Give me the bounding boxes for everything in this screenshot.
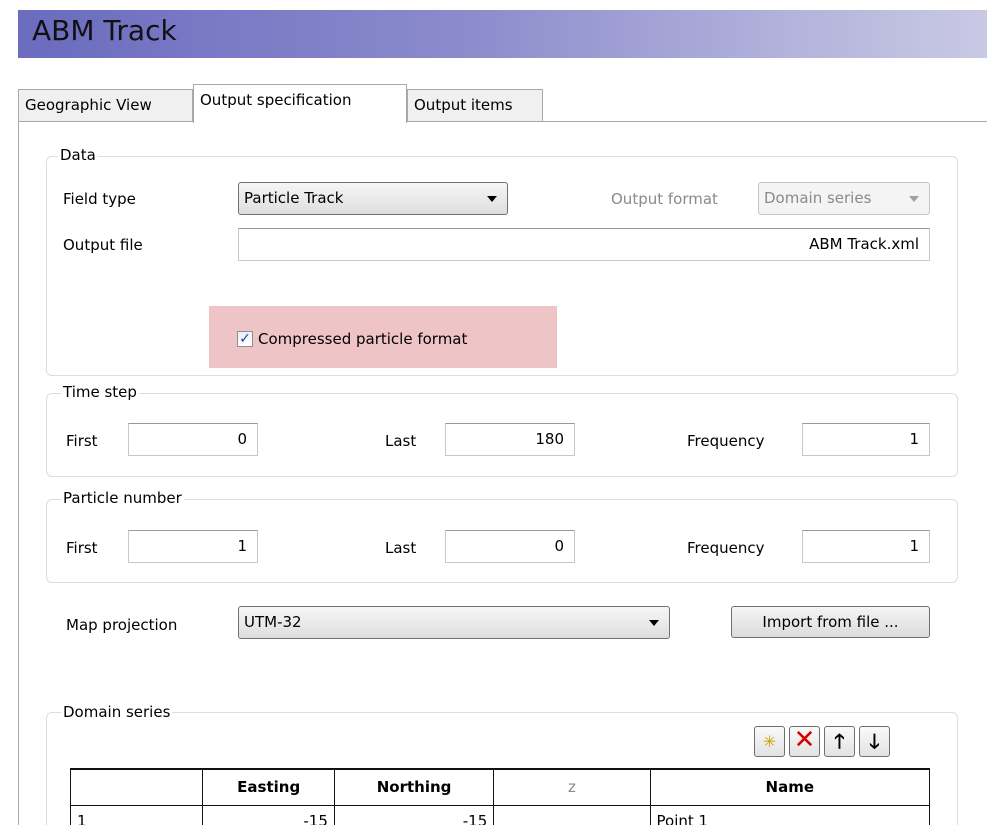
z-cell[interactable] [493, 804, 651, 825]
time-first-field[interactable]: 0 [128, 423, 258, 456]
time-step-group-label: Time step [61, 383, 139, 401]
chevron-down-icon [487, 196, 497, 202]
move-down-button[interactable]: 🡓 [859, 726, 890, 757]
field-type-combo[interactable]: Particle Track [238, 182, 508, 215]
data-group-label: Data [58, 146, 98, 164]
output-file-field[interactable]: ABM Track.xml [238, 228, 930, 261]
northing-cell[interactable]: -15 [333, 804, 495, 825]
delete-row-button[interactable]: ✕ [789, 726, 820, 757]
column-header-index[interactable] [69, 768, 204, 806]
tab-panel-left-border [18, 121, 19, 825]
domain-series-table[interactable]: Easting Northing z Name 1 -15 -15 Point … [69, 768, 931, 825]
import-from-file-button[interactable]: Import from file ... [731, 606, 930, 638]
move-up-button[interactable]: 🡑 [824, 726, 855, 757]
tab-output-items[interactable]: Output items [407, 89, 543, 122]
tab-bar: Geographic View Output specification Out… [0, 84, 987, 123]
particle-frequency-label: Frequency [687, 539, 765, 557]
time-last-label: Last [385, 432, 417, 450]
chevron-down-icon [909, 196, 919, 202]
tab-panel-border [18, 121, 987, 122]
tab-output-specification[interactable]: Output specification [193, 84, 407, 123]
table-header-row: Easting Northing z Name [69, 768, 931, 806]
particle-number-group-label: Particle number [61, 489, 184, 507]
arrow-up-icon: 🡑 [834, 729, 845, 753]
compressed-label[interactable]: Compressed particle format [258, 329, 467, 349]
particle-last-label: Last [385, 539, 417, 557]
new-item-icon: ✳ [762, 732, 777, 751]
time-first-label: First [66, 432, 98, 450]
field-type-label: Field type [63, 190, 136, 208]
output-file-label: Output file [63, 236, 143, 254]
tab-geographic-view[interactable]: Geographic View [18, 89, 193, 122]
output-format-combo: Domain series [758, 182, 930, 215]
particle-frequency-field[interactable]: 1 [802, 530, 930, 563]
particle-first-label: First [66, 539, 98, 557]
column-header-name[interactable]: Name [649, 768, 931, 806]
column-header-easting[interactable]: Easting [202, 768, 335, 806]
map-projection-value: UTM-32 [244, 613, 302, 631]
table-row[interactable]: 1 -15 -15 Point 1 [69, 804, 931, 825]
output-format-value: Domain series [764, 189, 872, 207]
particle-last-field[interactable]: 0 [445, 530, 575, 563]
domain-series-group-label: Domain series [61, 703, 173, 721]
delete-icon: ✕ [793, 725, 816, 755]
window-title-bar: ABM Track [18, 10, 987, 58]
new-item-button[interactable]: ✳ [754, 726, 785, 757]
easting-cell[interactable]: -15 [202, 804, 335, 825]
column-header-z[interactable]: z [493, 768, 651, 806]
field-type-value: Particle Track [244, 189, 344, 207]
time-frequency-label: Frequency [687, 432, 765, 450]
time-last-field[interactable]: 180 [445, 423, 575, 456]
name-cell[interactable]: Point 1 [649, 804, 931, 825]
chevron-down-icon [649, 620, 659, 626]
particle-first-field[interactable]: 1 [128, 530, 258, 563]
row-index-cell[interactable]: 1 [69, 804, 204, 825]
column-header-northing[interactable]: Northing [333, 768, 495, 806]
output-format-label: Output format [611, 190, 718, 208]
map-projection-combo[interactable]: UTM-32 [238, 606, 670, 639]
map-projection-label: Map projection [66, 616, 178, 634]
compressed-checkbox[interactable]: ✓ [237, 331, 253, 347]
time-frequency-field[interactable]: 1 [802, 423, 930, 456]
window-title: ABM Track [32, 14, 177, 47]
arrow-down-icon: 🡓 [869, 729, 880, 753]
